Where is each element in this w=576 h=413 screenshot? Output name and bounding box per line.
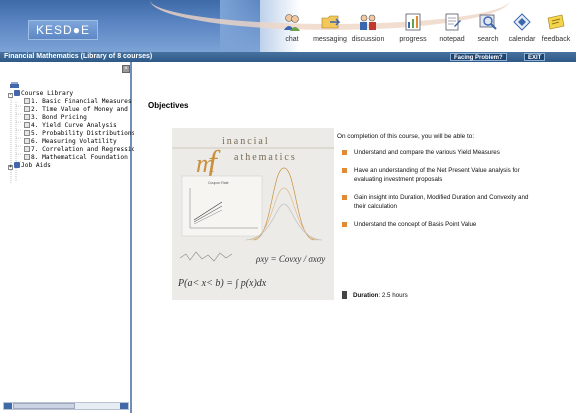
tree-label: 5. Probability Distributions ar <box>31 130 147 137</box>
scroll-right-button[interactable] <box>120 403 128 409</box>
bullet-icon <box>342 222 347 227</box>
book-icon <box>14 90 20 96</box>
book-icon <box>14 162 20 168</box>
bullet-icon <box>342 168 347 173</box>
duration-info: Duration: 2.5 hours <box>342 291 408 299</box>
tree-label: 1. Basic Financial Measures <box>31 98 132 105</box>
tree-item-course[interactable]: 5. Probability Distributions ar <box>24 130 146 138</box>
tool-discussion-button[interactable]: discussion <box>348 12 388 50</box>
tool-label: discussion <box>351 36 385 43</box>
chat-icon <box>284 14 300 31</box>
objective-text: Understand and compare the various Yield… <box>354 149 500 156</box>
progress-icon <box>405 13 421 31</box>
bullet-icon <box>342 150 347 155</box>
tree-item-course[interactable]: 2. Time Value of Money and <box>24 106 128 114</box>
document-icon <box>24 114 30 120</box>
cover-art: f inancial m athematics Coupon Rate ρxy … <box>172 128 334 300</box>
tool-feedback-button[interactable]: feedback <box>536 12 576 50</box>
objective-item: Gain insight into Duration, Modified Dur… <box>342 193 542 211</box>
document-icon <box>24 130 30 136</box>
tree-item-course[interactable]: 3. Bond Pricing <box>24 114 87 122</box>
objective-item: Understand the concept of Basis Point Va… <box>342 220 542 229</box>
course-cover-image: f inancial m athematics Coupon Rate ρxy … <box>172 128 334 300</box>
app-window: KESD●E chat messaging discussion progres… <box>0 0 576 413</box>
search-icon <box>479 14 497 30</box>
document-icon <box>24 98 30 104</box>
document-icon <box>24 122 30 128</box>
tool-label: chat <box>285 36 299 43</box>
header: KESD●E chat messaging discussion progres… <box>0 0 576 52</box>
expand-icon[interactable]: + <box>8 165 13 170</box>
title-line2: athematics <box>234 152 297 163</box>
objective-item: Understand and compare the various Yield… <box>342 148 542 157</box>
document-icon <box>24 146 30 152</box>
objective-text: Gain insight into Duration, Modified Dur… <box>354 194 529 210</box>
tool-notepad-button[interactable]: notepad <box>432 12 472 50</box>
tree-label: Job Aids <box>21 162 51 169</box>
tree-item-job-aids[interactable]: + Job Aids <box>8 162 51 170</box>
tool-chat-button[interactable]: chat <box>272 12 312 50</box>
calendar-icon <box>513 13 531 31</box>
scroll-thumb[interactable] <box>13 403 75 409</box>
tree-label: 4. Yield Curve Analysis <box>31 122 117 129</box>
tool-label: messaging <box>313 36 347 43</box>
tree-label: 8. Mathematical Foundation <box>31 154 128 161</box>
course-tree-panel: × - Course Library 1. Basic Financial Mea… <box>0 62 146 413</box>
library-icon <box>10 82 19 88</box>
tree-label: 6. Measuring Volatility <box>31 138 117 145</box>
document-icon <box>24 106 30 112</box>
objective-text: Understand the concept of Basis Point Va… <box>354 221 477 228</box>
tree-item-course[interactable]: 1. Basic Financial Measures <box>24 98 132 106</box>
duration-value: : 2.5 hours <box>378 292 408 299</box>
tool-label: feedback <box>541 36 571 43</box>
facing-problem-button[interactable]: Facing Problem? <box>450 53 507 61</box>
big-m-letter: m <box>196 149 215 178</box>
tree-item-course[interactable]: 6. Measuring Volatility <box>24 138 117 146</box>
collapse-icon[interactable]: - <box>8 93 13 98</box>
page-title: Objectives <box>148 101 189 110</box>
document-icon <box>24 154 30 160</box>
title-line1: inancial <box>222 136 270 147</box>
tree-label: Course Library <box>21 90 74 97</box>
chart-caption: Coupon Rate <box>208 181 229 185</box>
content-area: Objectives f inancial m athematics Coupo… <box>134 62 576 413</box>
tree-item-course[interactable]: 7. Correlation and Regressio <box>24 146 135 154</box>
bullet-icon <box>342 195 347 200</box>
objective-text: Have an understanding of the Net Present… <box>354 167 520 183</box>
tool-messaging-button[interactable]: messaging <box>310 12 350 50</box>
duration-label: Duration <box>353 292 379 299</box>
feedback-icon <box>547 14 565 30</box>
tree-item-course-library[interactable]: - Course Library <box>8 90 73 98</box>
tree-item-course[interactable]: 8. Mathematical Foundation <box>24 154 128 162</box>
tool-progress-button[interactable]: progress <box>393 12 433 50</box>
course-title-bar: Financial Mathematics (Library of 8 cour… <box>0 52 576 62</box>
tree-root-icon-row <box>10 82 19 90</box>
objective-item: Have an understanding of the Net Present… <box>342 166 542 184</box>
exit-button[interactable]: EXIT <box>524 53 546 61</box>
tree-label: 3. Bond Pricing <box>31 114 87 121</box>
messaging-icon <box>321 15 340 29</box>
formula-correlation: ρxy = Covxy / σxσy <box>255 254 325 264</box>
tool-label: progress <box>399 36 427 43</box>
notepad-icon <box>445 13 461 31</box>
horizontal-scrollbar[interactable] <box>3 402 129 410</box>
tree-item-course[interactable]: 4. Yield Curve Analysis <box>24 122 117 130</box>
course-title: Financial Mathematics (Library of 8 cour… <box>4 53 153 60</box>
tree-label: 2. Time Value of Money and <box>31 106 128 113</box>
objectives-intro: On completion of this course, you will b… <box>337 133 475 140</box>
formula-probability: P(a< x< b) = ∫ p(x)dx <box>177 278 267 289</box>
scroll-left-button[interactable] <box>4 403 12 409</box>
logo: KESD●E <box>28 20 98 40</box>
hourglass-icon <box>342 291 347 299</box>
discussion-icon <box>360 14 376 30</box>
document-icon <box>24 138 30 144</box>
tree-label: 7. Correlation and Regressio <box>31 146 136 153</box>
tool-label: notepad <box>439 36 465 43</box>
